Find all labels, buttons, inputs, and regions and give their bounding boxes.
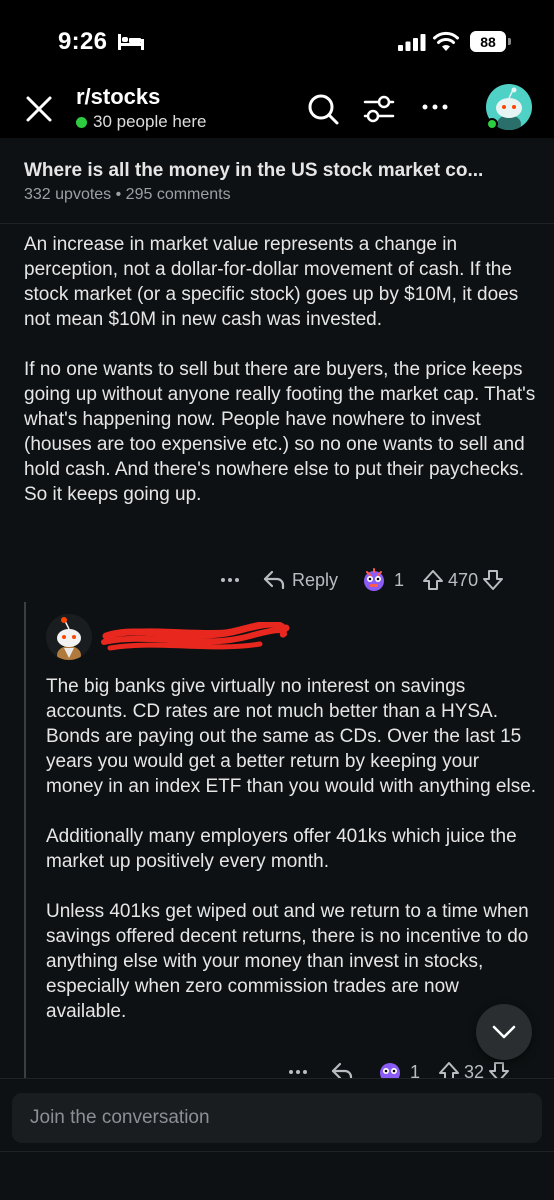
redacted-username-scribble — [101, 622, 290, 651]
avatar-online-dot — [486, 118, 498, 130]
post-summary[interactable]: Where is all the money in the US stock m… — [0, 138, 554, 224]
comment-actions: 1 32 — [288, 1060, 510, 1080]
more-icon[interactable] — [288, 1067, 308, 1077]
comment-reply: The big banks give virtually no interest… — [46, 674, 540, 1024]
award-button[interactable]: 1 — [378, 1060, 420, 1080]
comment-parent: An increase in market value represents a… — [24, 232, 536, 507]
more-icon[interactable] — [220, 575, 240, 585]
comment-paragraph: If no one wants to sell but there are bu… — [24, 359, 536, 505]
comment-paragraph: An increase in market value represents a… — [24, 234, 519, 330]
online-count: 30 people here — [93, 112, 207, 131]
more-options-icon[interactable] — [418, 94, 452, 120]
search-icon[interactable] — [306, 92, 340, 126]
scroll-down-button[interactable] — [476, 1004, 532, 1060]
composer-bar — [0, 1078, 554, 1200]
downvote-icon[interactable] — [482, 569, 504, 591]
battery-tip — [508, 38, 511, 45]
post-meta: 332 upvotes • 295 comments — [24, 186, 231, 203]
wifi-icon — [433, 31, 459, 51]
award-icon — [364, 568, 385, 591]
snoo-avatar-icon — [57, 617, 81, 660]
battery-indicator: 88 — [470, 31, 506, 52]
upvote-icon[interactable] — [422, 569, 444, 591]
filter-icon[interactable] — [362, 92, 396, 126]
online-dot-icon — [76, 116, 87, 128]
comment-actions: Reply 1 470 — [220, 568, 504, 592]
comment-paragraph: Unless 401ks get wiped out and we return… — [46, 901, 529, 1022]
app-header: r/stocks 30 people here — [0, 80, 554, 138]
status-time: 9:26 — [58, 28, 108, 55]
award-button[interactable]: 1 — [362, 568, 404, 592]
reply-arrow-icon — [263, 570, 285, 590]
award-icon — [380, 1063, 400, 1080]
subreddit-name[interactable]: r/stocks — [76, 84, 160, 110]
reply-button[interactable]: Reply — [262, 569, 338, 591]
comment-paragraph: Additionally many employers offer 401ks … — [46, 826, 517, 872]
chevron-down-icon — [492, 1025, 516, 1039]
close-icon[interactable] — [22, 92, 56, 126]
vote-score: 470 — [448, 569, 479, 590]
sleep-focus-icon — [118, 34, 144, 50]
vote-control: 470 — [422, 569, 504, 591]
reply-author-avatar[interactable] — [46, 614, 92, 660]
reply-label: Reply — [292, 569, 339, 590]
cellular-signal-icon — [398, 34, 426, 51]
post-title[interactable]: Where is all the money in the US stock m… — [24, 160, 534, 182]
thread-line[interactable] — [24, 602, 26, 1080]
comment-input[interactable] — [12, 1093, 542, 1143]
comments-area: An increase in market value represents a… — [0, 224, 554, 1080]
award-count: 1 — [394, 569, 405, 590]
battery-level: 88 — [480, 33, 496, 50]
online-status: 30 people here — [76, 112, 206, 132]
comment-paragraph: The big banks give virtually no interest… — [46, 676, 537, 797]
status-bar: 9:26 88 — [0, 0, 554, 80]
divider — [0, 1151, 554, 1152]
